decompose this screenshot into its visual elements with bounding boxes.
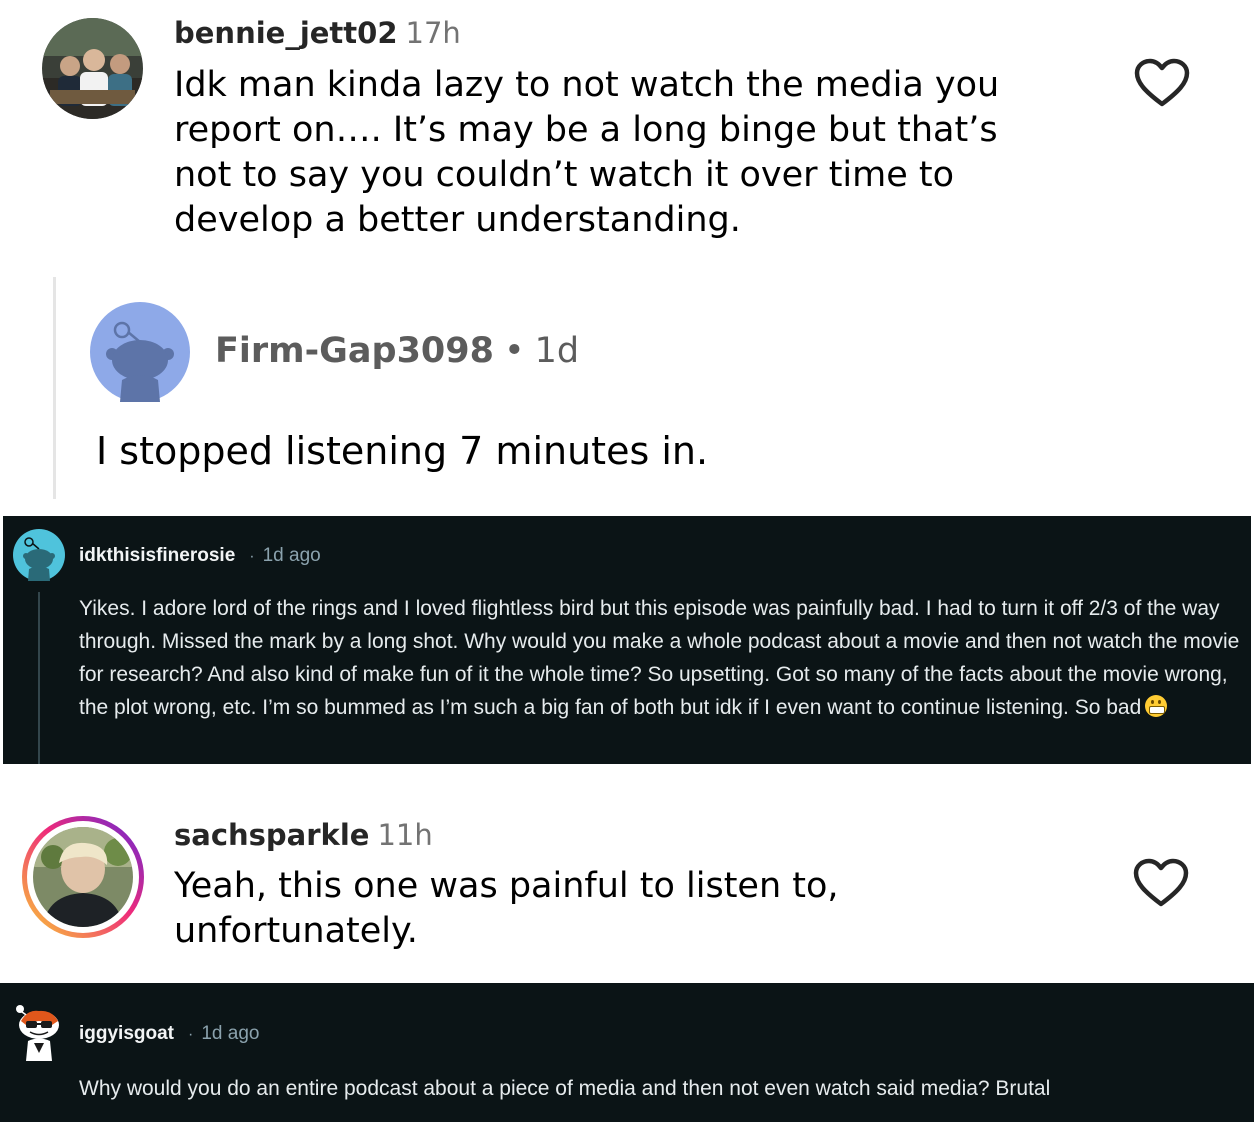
comment-text: Yikes. I adore lord of the rings and I l… bbox=[79, 592, 1247, 724]
comment-header: Firm-Gap3098 • 1d bbox=[215, 331, 579, 371]
comment-username[interactable]: sachsparkle 11h bbox=[174, 818, 433, 852]
comment-username[interactable]: bennie_jett02 17h bbox=[174, 16, 461, 50]
comment-text: Yeah, this one was painful to listen to,… bbox=[174, 866, 839, 951]
thread-line[interactable] bbox=[38, 592, 40, 764]
thread-line[interactable] bbox=[53, 277, 56, 499]
reddit-snoo-avatar-icon bbox=[90, 302, 190, 402]
separator-dot: · bbox=[249, 548, 255, 565]
comment-text: Why would you do an entire podcast about… bbox=[79, 1077, 1051, 1100]
reddit-snoo-avatar-icon bbox=[16, 1005, 59, 1061]
heart-icon[interactable] bbox=[1133, 858, 1189, 908]
comment-time: 1d ago bbox=[262, 545, 321, 566]
comment-text: I stopped listening 7 minutes in. bbox=[96, 429, 709, 473]
avatar-photo bbox=[42, 18, 143, 119]
reddit-snoo-avatar-icon bbox=[13, 529, 65, 581]
comment-time: 11h bbox=[377, 818, 433, 852]
username[interactable]: Firm-Gap3098 bbox=[215, 331, 494, 371]
dark-comment-panel: idkthisisfinerosie · 1d ago Yikes. I adore… bbox=[3, 516, 1251, 764]
comment-text: Idk man kinda lazy to not watch the medi… bbox=[174, 65, 1000, 240]
grimacing-face-emoji-icon bbox=[1145, 695, 1168, 717]
username[interactable]: iggyisgoat bbox=[79, 1023, 174, 1044]
username[interactable]: sachsparkle bbox=[174, 818, 369, 852]
comment-header: idkthisisfinerosie · 1d ago bbox=[79, 545, 321, 567]
avatar-bennie[interactable] bbox=[42, 18, 143, 119]
separator-dot: · bbox=[188, 1026, 194, 1043]
dark-comment-panel: iggyisgoat · 1d ago Why would you do an en… bbox=[0, 983, 1254, 1122]
avatar-idkthisisfinerosie[interactable] bbox=[13, 529, 65, 581]
comment-time: 1d ago bbox=[201, 1023, 260, 1044]
comment-header: iggyisgoat · 1d ago bbox=[79, 1023, 259, 1045]
comment-time: 1d bbox=[534, 331, 580, 371]
comment-time: 17h bbox=[405, 16, 461, 50]
avatar-firmgap[interactable] bbox=[90, 302, 190, 402]
username[interactable]: bennie_jett02 bbox=[174, 16, 398, 50]
avatar-photo bbox=[33, 827, 133, 927]
heart-icon[interactable] bbox=[1134, 58, 1190, 108]
separator-dot: • bbox=[503, 331, 525, 371]
avatar-iggyisgoat[interactable] bbox=[12, 1003, 66, 1061]
username[interactable]: idkthisisfinerosie bbox=[79, 545, 235, 566]
comment-body: Yikes. I adore lord of the rings and I l… bbox=[79, 597, 1240, 719]
avatar-sachsparkle[interactable] bbox=[22, 816, 144, 938]
